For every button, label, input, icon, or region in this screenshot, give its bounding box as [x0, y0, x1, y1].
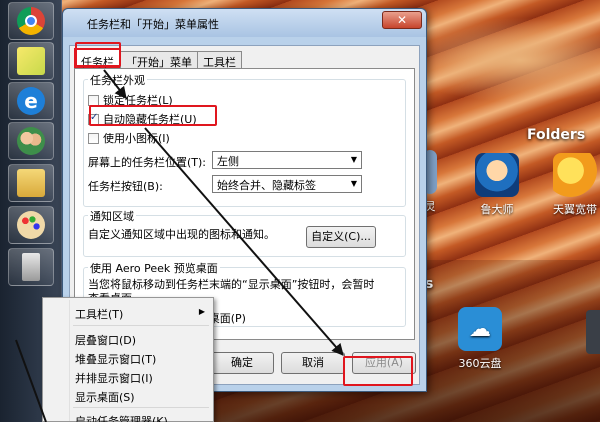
notification-group-title: 通知区域: [88, 208, 136, 224]
highlight-apply-button: [343, 356, 413, 386]
sticky-notes-icon: [17, 47, 45, 75]
appearance-group-title: 任务栏外观: [88, 72, 147, 88]
position-select[interactable]: 左侧 ▼: [212, 151, 362, 169]
desktop-section-label: Folders: [527, 127, 586, 143]
small-icons-row[interactable]: 使用小图标(I): [88, 130, 170, 146]
buttons-row: 任务栏按钮(B):: [88, 178, 163, 194]
position-label: 屏幕上的任务栏位置(T):: [88, 156, 207, 169]
position-value: 左侧: [217, 155, 239, 168]
menu-gutter: [69, 300, 70, 421]
dialog-titlebar[interactable]: 任务栏和「开始」菜单属性 ✕: [63, 9, 426, 37]
buttons-select[interactable]: 始终合并、隐藏标签 ▼: [212, 175, 362, 193]
tab-toolbars[interactable]: 工具栏: [197, 51, 242, 69]
menu-separator: [73, 325, 209, 326]
position-row: 屏幕上的任务栏位置(T):: [88, 154, 206, 170]
taskbar-button-chrome[interactable]: [8, 2, 54, 40]
tab-start-menu[interactable]: 「开始」菜单: [120, 51, 198, 69]
dropdown-arrow-icon: ▼: [350, 179, 357, 188]
chrome-icon: [17, 7, 45, 35]
taskbar-button-notes[interactable]: [8, 42, 54, 80]
close-icon: ✕: [396, 13, 408, 27]
internet-explorer-icon: e: [17, 87, 45, 115]
menu-item-task-manager[interactable]: 启动任务管理器(K): [75, 413, 168, 422]
menu-item-toolbars[interactable]: 工具栏(T): [75, 306, 123, 322]
buttons-value: 始终合并、隐藏标签: [217, 179, 316, 192]
small-icons-checkbox[interactable]: [88, 132, 99, 144]
ludashi-icon: [475, 153, 519, 197]
lock-taskbar-checkbox[interactable]: [88, 94, 99, 106]
menu-item-cascade[interactable]: 层叠窗口(D): [75, 332, 136, 348]
desktop-icon-label: 360云盘: [458, 357, 502, 370]
desktop-icon-label: 鲁大师: [480, 203, 514, 216]
desktop-icon-partial-right[interactable]: [586, 310, 600, 354]
desktop-icon-label: 天翼宽带: [553, 203, 597, 216]
menu-item-stack[interactable]: 堆叠显示窗口(T): [75, 351, 156, 367]
tianyi-broadband-icon: [553, 153, 597, 197]
menu-item-side-by-side[interactable]: 并排显示窗口(I): [75, 370, 153, 386]
folder-icon: [17, 169, 45, 197]
highlight-taskbar-tab: [75, 42, 121, 67]
taskbar-context-menu: 工具栏(T) ▶ 层叠窗口(D) 堆叠显示窗口(T) 并排显示窗口(I) 显示桌…: [42, 297, 214, 422]
small-icons-label: 使用小图标(I): [103, 132, 170, 145]
notification-text: 自定义通知区域中出现的图标和通知。: [88, 228, 275, 241]
dialog-title: 任务栏和「开始」菜单属性: [87, 18, 219, 31]
submenu-arrow-icon: ▶: [198, 307, 205, 316]
appearance-group: 任务栏外观 锁定任务栏(L) 自动隐藏任务栏(U) 使用小图标(I) 屏幕上的任…: [83, 72, 406, 207]
cloud-icon: ☁: [458, 307, 502, 351]
customize-button[interactable]: 自定义(C)...: [306, 226, 376, 248]
taskbar-button-ie[interactable]: e: [8, 82, 54, 120]
cancel-button[interactable]: 取消: [281, 352, 345, 374]
taskbar-button-device[interactable]: [8, 248, 54, 286]
taskbar-button-paint[interactable]: [8, 206, 54, 244]
buttons-label: 任务栏按钮(B):: [88, 180, 163, 193]
taskbar-button-contacts[interactable]: [8, 122, 54, 160]
ok-button[interactable]: 确定: [210, 352, 274, 374]
contacts-icon: [17, 127, 45, 155]
desktop-icon-tianyi[interactable]: 天翼宽带: [545, 153, 600, 217]
device-icon: [22, 253, 40, 281]
menu-separator: [73, 407, 209, 408]
paint-palette-icon: [17, 211, 45, 239]
menu-item-show-desktop[interactable]: 显示桌面(S): [75, 389, 135, 405]
highlight-auto-hide: [89, 105, 217, 126]
notification-text-row: 自定义通知区域中出现的图标和通知。: [88, 226, 275, 242]
close-button[interactable]: ✕: [382, 11, 422, 29]
taskbar-button-explorer[interactable]: [8, 164, 54, 202]
desktop-icon-ludashi[interactable]: 鲁大师: [467, 153, 527, 217]
notification-group: 通知区域 自定义通知区域中出现的图标和通知。 自定义(C)...: [83, 208, 406, 257]
dropdown-arrow-icon: ▼: [350, 155, 357, 164]
aero-peek-group-title: 使用 Aero Peek 预览桌面: [88, 260, 220, 276]
desktop-icon-360cloud[interactable]: ☁ 360云盘: [450, 307, 510, 371]
